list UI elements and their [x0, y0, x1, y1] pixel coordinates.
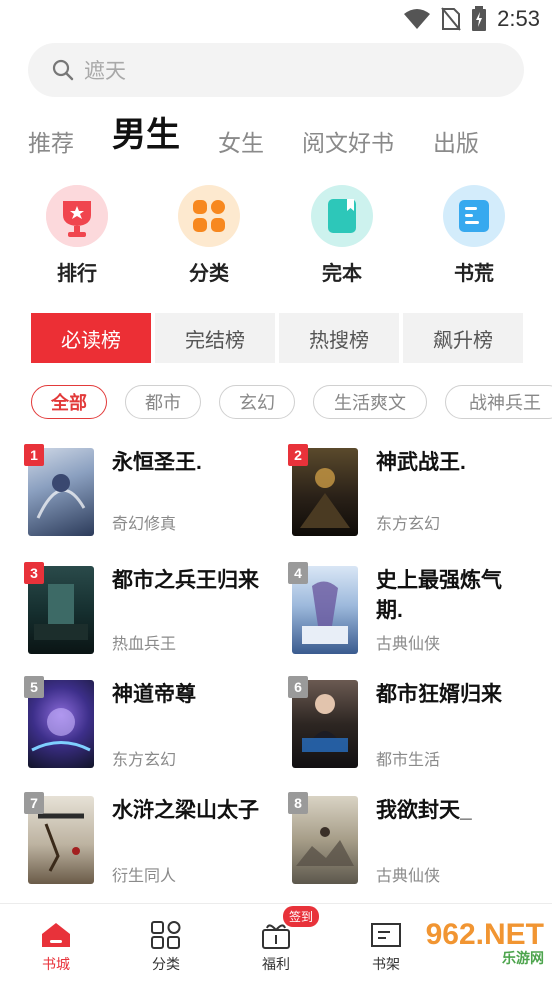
wifi-icon: [404, 9, 431, 29]
category-icon: [149, 920, 183, 950]
category-label: 完本: [322, 263, 362, 285]
category-book-shortage[interactable]: 书荒: [429, 185, 519, 286]
watermark-brand: 962.NET: [425, 918, 544, 951]
sign-in-badge: 签到: [283, 906, 320, 927]
book-title: 都市狂婿归来: [376, 683, 502, 706]
filter-chips: 全部 都市 玄幻 生活爽文 战神兵王: [31, 385, 552, 419]
book-title: 神武战王.: [376, 451, 466, 474]
book-genre: 衍生同人: [112, 868, 177, 885]
rank-badge: 6: [288, 676, 308, 698]
home-icon: [39, 920, 73, 950]
nav-bookstore[interactable]: 书城: [16, 920, 96, 974]
status-bar: 2:53: [0, 0, 552, 40]
category-ranking[interactable]: 排行: [32, 185, 122, 286]
book-genre: 都市生活: [376, 752, 441, 769]
book-item[interactable]: 3 都市之兵王归来 热血兵王: [24, 562, 278, 666]
chip-all[interactable]: 全部: [31, 385, 107, 419]
category-label: 排行: [57, 263, 97, 285]
chip-life[interactable]: 生活爽文: [313, 385, 427, 419]
book-title: 神道帝尊: [112, 683, 196, 706]
search-input[interactable]: 遮天: [28, 43, 524, 97]
book-genre: 奇幻修真: [112, 516, 177, 533]
rank-badge: 8: [288, 792, 308, 814]
book-item[interactable]: 5 神道帝尊 东方玄幻: [24, 676, 278, 780]
rank-badge: 3: [24, 562, 44, 584]
category-classify[interactable]: 分类: [164, 185, 254, 286]
chip-fantasy[interactable]: 玄幻: [219, 385, 295, 419]
trophy-icon: [46, 185, 108, 247]
search-placeholder: 遮天: [84, 60, 126, 83]
book-genre: 古典仙侠: [376, 868, 441, 885]
book-item[interactable]: 2 神武战王. 东方玄幻: [288, 444, 542, 548]
notebook-icon: [443, 185, 505, 247]
watermark-sub: 乐游网: [502, 950, 544, 966]
tab-finished-rank[interactable]: 完结榜: [155, 313, 275, 363]
gift-icon: 签到: [259, 906, 320, 950]
book-title: 史上最强炼气期.: [376, 569, 502, 622]
book-icon: [311, 185, 373, 247]
no-sim-icon: [441, 7, 461, 31]
book-title: 永恒圣王.: [112, 451, 202, 474]
book-genre: 东方玄幻: [112, 752, 177, 769]
tab-yuewen-books[interactable]: 阅文好书: [302, 124, 394, 158]
tab-recommend[interactable]: 推荐: [28, 124, 74, 158]
rank-badge: 5: [24, 676, 44, 698]
book-genre: 热血兵王: [112, 636, 177, 653]
nav-welfare[interactable]: 签到 福利: [236, 906, 320, 974]
nav-label: 福利: [262, 956, 290, 972]
chip-war-god[interactable]: 战神兵王: [445, 385, 552, 419]
tab-male[interactable]: 男生: [112, 107, 180, 156]
category-label: 分类: [189, 263, 229, 285]
tab-rising[interactable]: 飙升榜: [403, 313, 523, 363]
tab-must-read[interactable]: 必读榜: [31, 313, 151, 363]
category-row: 排行 分类 完本 书荒: [0, 185, 552, 285]
nav-label: 书架: [372, 956, 400, 972]
category-label: 书荒: [454, 263, 494, 285]
rank-badge: 1: [24, 444, 44, 466]
rank-badge: 4: [288, 562, 308, 584]
status-time: 2:53: [497, 6, 540, 31]
rank-badge: 2: [288, 444, 308, 466]
book-item[interactable]: 1 永恒圣王. 奇幻修真: [24, 444, 278, 548]
book-item[interactable]: 8 我欲封天_ 古典仙侠: [288, 792, 542, 896]
nav-category[interactable]: 分类: [126, 920, 206, 974]
grid-icon: [178, 185, 240, 247]
category-finished[interactable]: 完本: [297, 185, 387, 286]
book-item[interactable]: 7 水浒之梁山太子 衍生同人: [24, 792, 278, 896]
book-genre: 东方玄幻: [376, 516, 441, 533]
channel-tabs: 推荐 男生 女生 阅文好书 出版: [28, 112, 528, 172]
book-item[interactable]: 4 史上最强炼气期. 古典仙侠: [288, 562, 542, 666]
search-icon: [52, 59, 74, 81]
nav-label: 书城: [42, 956, 70, 972]
rank-badge: 7: [24, 792, 44, 814]
nav-bookshelf[interactable]: 书架: [346, 920, 426, 974]
tab-female[interactable]: 女生: [218, 124, 264, 158]
tab-hot-search[interactable]: 热搜榜: [279, 313, 399, 363]
watermark-logo: 962.NET 乐游网: [426, 918, 544, 968]
book-item[interactable]: 6 都市狂婿归来 都市生活: [288, 676, 542, 780]
book-genre: 古典仙侠: [376, 636, 441, 653]
book-title: 都市之兵王归来: [112, 569, 259, 592]
bookshelf-icon: [369, 920, 403, 950]
chip-urban[interactable]: 都市: [125, 385, 201, 419]
bottom-nav: 书城 分类 签到 福利 书架 962.NET 乐游网: [0, 903, 552, 981]
nav-label: 分类: [152, 956, 180, 972]
book-title: 我欲封天_: [376, 799, 472, 822]
rank-tabs: 必读榜 完结榜 热搜榜 飙升榜: [31, 313, 523, 363]
book-title: 水浒之梁山太子: [112, 799, 259, 822]
tab-publish[interactable]: 出版: [433, 124, 479, 158]
battery-icon: [472, 6, 487, 31]
